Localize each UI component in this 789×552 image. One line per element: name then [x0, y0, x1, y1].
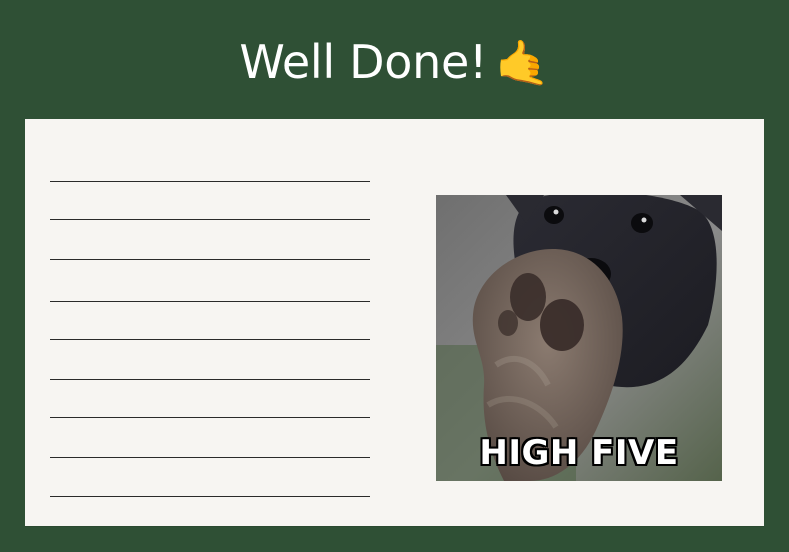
page-title: Well Done! 🤙: [0, 26, 789, 98]
writing-line: [50, 496, 370, 497]
writing-line: [50, 301, 370, 302]
writing-line: [50, 219, 370, 220]
writing-line: [50, 339, 370, 340]
call-me-hand-emoji-icon: 🤙: [495, 38, 550, 89]
writing-line: [50, 259, 370, 260]
image-caption: HIGH FIVE: [479, 433, 679, 473]
writing-line: [50, 181, 370, 182]
content-card: HIGH FIVE: [25, 119, 764, 526]
writing-line: [50, 417, 370, 418]
high-five-puppy-image: HIGH FIVE: [436, 195, 722, 481]
writing-line: [50, 457, 370, 458]
title-text: Well Done!: [239, 35, 488, 89]
writing-line: [50, 379, 370, 380]
